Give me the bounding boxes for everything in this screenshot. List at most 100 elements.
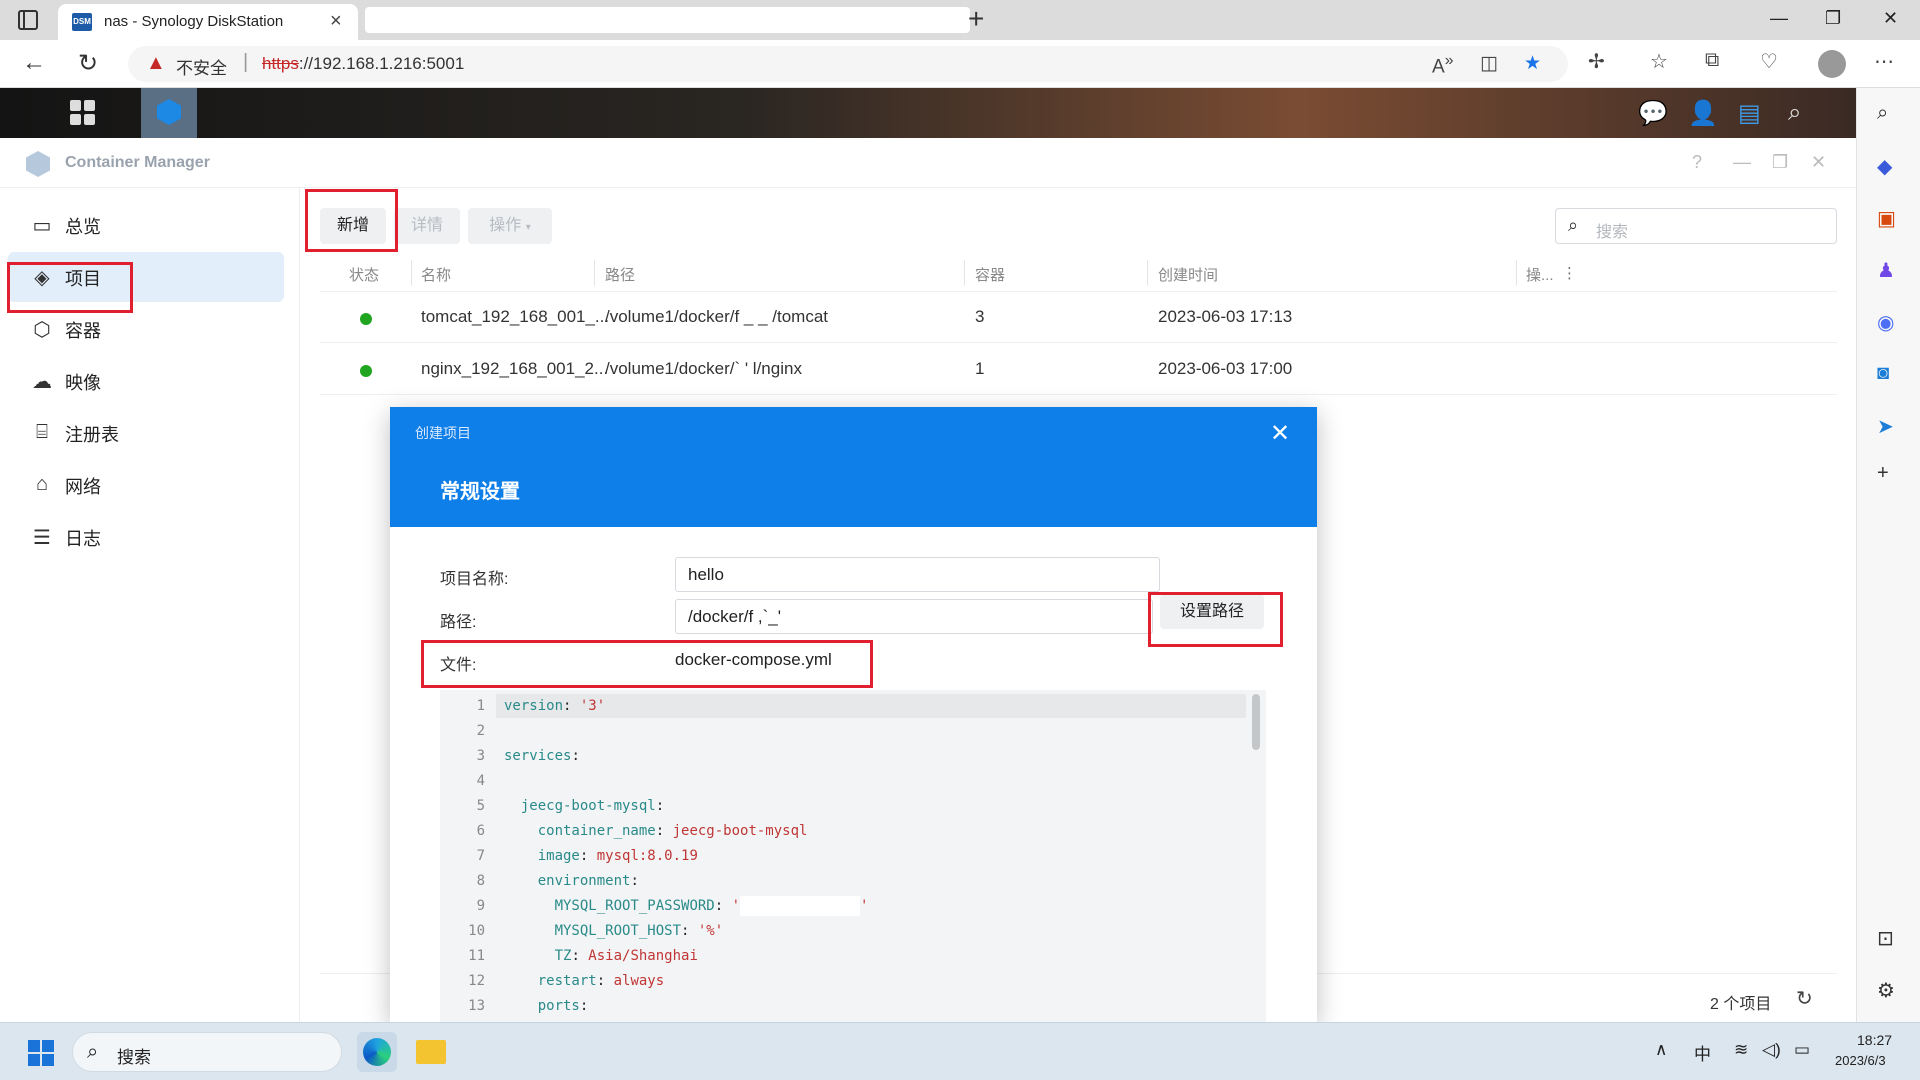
games-icon[interactable]: ♟ bbox=[1877, 258, 1895, 283]
profile-avatar[interactable] bbox=[1818, 50, 1846, 78]
collections-icon[interactable]: ⧉ bbox=[1705, 49, 1719, 72]
dsm-search-icon[interactable]: ⌕ bbox=[1788, 99, 1801, 127]
extensions-icon[interactable]: ✢ bbox=[1588, 49, 1605, 74]
col-divider[interactable] bbox=[1147, 260, 1148, 286]
clock-date[interactable]: 2023/6/3 bbox=[1835, 1053, 1886, 1068]
outlook-icon[interactable]: ◙ bbox=[1877, 362, 1889, 385]
add-sidebar-app-icon[interactable]: + bbox=[1877, 462, 1889, 485]
col-divider[interactable] bbox=[1516, 260, 1517, 286]
window-titlebar: Container Manager ? — ❐ ✕ bbox=[0, 138, 1856, 188]
sidebar-item-log[interactable]: ☰ 日志 bbox=[8, 512, 284, 562]
edge-taskbar-app[interactable] bbox=[357, 1032, 397, 1072]
col-path[interactable]: 路径 bbox=[605, 264, 635, 285]
col-name[interactable]: 名称 bbox=[421, 264, 451, 285]
col-created[interactable]: 创建时间 bbox=[1158, 264, 1218, 285]
table-row[interactable]: nginx_192_168_001_2... /volume1/docker/`… bbox=[320, 344, 1837, 395]
wifi-icon[interactable]: ≋ bbox=[1734, 1040, 1748, 1060]
taskbar-search[interactable]: ⌕ 搜索 bbox=[72, 1032, 342, 1072]
shopping-tag-icon[interactable]: ◆ bbox=[1877, 154, 1892, 179]
project-name-field[interactable]: hello bbox=[675, 557, 1160, 592]
search-icon[interactable]: ⌕ bbox=[1877, 102, 1888, 125]
highlight-file-row bbox=[421, 640, 873, 688]
send-icon[interactable]: ➤ bbox=[1877, 414, 1894, 439]
code-token: : bbox=[596, 973, 614, 989]
project-container-count: 1 bbox=[975, 359, 985, 378]
col-divider[interactable] bbox=[411, 260, 412, 286]
performance-icon[interactable]: ♡ bbox=[1760, 49, 1778, 74]
tab-close-icon[interactable]: × bbox=[330, 10, 342, 33]
details-button[interactable]: 详情 bbox=[394, 208, 460, 244]
ime-indicator[interactable]: 中 bbox=[1694, 1040, 1711, 1065]
blank-tab[interactable] bbox=[365, 7, 970, 33]
tab-actions-icon[interactable] bbox=[18, 10, 38, 30]
close-window-icon[interactable]: ✕ bbox=[1883, 8, 1898, 29]
hide-sidebar-icon[interactable]: ⊡ bbox=[1877, 926, 1894, 951]
explorer-taskbar-app[interactable] bbox=[411, 1032, 451, 1072]
col-containers[interactable]: 容器 bbox=[975, 264, 1005, 285]
new-tab-icon[interactable]: + bbox=[968, 3, 984, 35]
highlight-project-item bbox=[7, 262, 133, 313]
redacted-value bbox=[740, 896, 861, 916]
favorite-star-icon[interactable]: ★ bbox=[1524, 52, 1541, 75]
sidebar-item-label: 网络 bbox=[65, 477, 101, 497]
url-field[interactable]: ▲ 不安全 | https://192.168.1.216:5001 A» ◫ … bbox=[128, 46, 1568, 82]
help-icon[interactable]: ? bbox=[1692, 152, 1702, 173]
path-field[interactable]: /docker/f ,`_' bbox=[675, 599, 1153, 634]
code-token: : bbox=[681, 923, 698, 939]
more-menu-icon[interactable]: ⋯ bbox=[1874, 49, 1894, 74]
restore-icon[interactable]: ❐ bbox=[1825, 8, 1841, 29]
tools-icon[interactable]: ▣ bbox=[1877, 206, 1896, 231]
notifications-icon[interactable]: 💬 bbox=[1638, 99, 1668, 128]
window-close-icon[interactable]: ✕ bbox=[1811, 152, 1826, 173]
window-minimize-icon[interactable]: — bbox=[1733, 152, 1751, 173]
sidebar-item-registry[interactable]: ⌸ 注册表 bbox=[8, 408, 284, 458]
app-sidebar: ▭ 总览 ◈ 项目 ⬡ 容器 ☁ 映像 ⌸ 注册表 ⌂ 网络 ☰ 日志 bbox=[0, 188, 300, 1022]
refresh-icon[interactable]: ↻ bbox=[1796, 986, 1813, 1011]
warning-icon[interactable]: ▲ bbox=[146, 52, 166, 75]
start-icon[interactable] bbox=[28, 1040, 54, 1066]
main-menu-icon[interactable] bbox=[70, 100, 96, 126]
highlight-add-button bbox=[305, 189, 398, 252]
widgets-icon[interactable]: ▤ bbox=[1738, 99, 1761, 128]
tray-overflow-icon[interactable]: ∧ bbox=[1655, 1040, 1667, 1060]
insecure-label[interactable]: 不安全 bbox=[176, 54, 227, 79]
actions-dropdown[interactable]: 操作 ▾ bbox=[468, 208, 552, 244]
sidebar-settings-icon[interactable]: ⚙ bbox=[1877, 978, 1895, 1003]
back-icon[interactable]: ← bbox=[22, 49, 46, 77]
col-divider[interactable] bbox=[964, 260, 965, 286]
volume-icon[interactable]: ◁) bbox=[1762, 1040, 1781, 1060]
favorites-icon[interactable]: ☆ bbox=[1650, 49, 1668, 74]
sidebar-item-image[interactable]: ☁ 映像 bbox=[8, 356, 284, 406]
browser-tab[interactable]: DSM nas - Synology DiskStation × bbox=[58, 4, 358, 40]
column-menu-icon[interactable]: ⋮ bbox=[1562, 264, 1577, 282]
container-manager-icon bbox=[157, 99, 181, 125]
table-row[interactable]: tomcat_192_168_001_... /volume1/docker/f… bbox=[320, 292, 1837, 343]
minimize-icon[interactable]: — bbox=[1770, 8, 1788, 29]
battery-icon[interactable]: ▭ bbox=[1794, 1040, 1810, 1060]
path-label: 路径: bbox=[440, 614, 477, 631]
split-view-icon[interactable]: ◫ bbox=[1480, 52, 1498, 75]
window-maximize-icon[interactable]: ❐ bbox=[1772, 152, 1788, 173]
editor-scrollbar[interactable] bbox=[1252, 694, 1260, 750]
sidebar-item-network[interactable]: ⌂ 网络 bbox=[8, 460, 284, 510]
code-token: ports bbox=[537, 998, 580, 1014]
code-token: : bbox=[714, 898, 732, 914]
search-input[interactable]: ⌕ 搜索 bbox=[1555, 208, 1837, 244]
clock-time[interactable]: 18:27 bbox=[1857, 1032, 1892, 1048]
compose-editor[interactable]: 1 version: '3' 2 3 services: 4 5 jeecg-boot-my… bbox=[440, 690, 1266, 1022]
container-manager-taskbar-button[interactable] bbox=[141, 88, 197, 138]
microsoft365-icon[interactable]: ◉ bbox=[1877, 310, 1894, 335]
sidebar-item-overview[interactable]: ▭ 总览 bbox=[8, 200, 284, 250]
read-aloud-icon[interactable]: A» bbox=[1432, 52, 1454, 78]
url-text[interactable]: https://192.168.1.216:5001 bbox=[262, 54, 464, 74]
col-actions[interactable]: 操... bbox=[1526, 264, 1554, 285]
col-divider[interactable] bbox=[594, 260, 595, 286]
dialog-close-icon[interactable]: ✕ bbox=[1270, 419, 1290, 448]
line-number: 11 bbox=[468, 948, 485, 964]
code-token: : bbox=[655, 823, 673, 839]
user-icon[interactable]: 👤 bbox=[1688, 99, 1718, 128]
reload-icon[interactable]: ↻ bbox=[78, 49, 98, 78]
col-status[interactable]: 状态 bbox=[349, 264, 379, 285]
